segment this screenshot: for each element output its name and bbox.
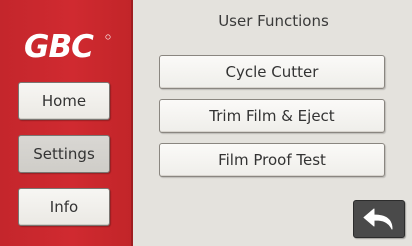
trim-film-eject-button[interactable]: Trim Film & Eject bbox=[159, 99, 385, 133]
svg-text:GBC: GBC bbox=[24, 29, 94, 62]
info-button[interactable]: Info bbox=[18, 188, 110, 226]
trim-film-eject-label: Trim Film & Eject bbox=[209, 107, 335, 125]
sidebar: GBC Home Settings Info bbox=[0, 0, 133, 246]
home-button[interactable]: Home bbox=[18, 82, 110, 120]
gbc-logo: GBC bbox=[24, 29, 111, 62]
main-panel: User Functions Cycle Cutter Trim Film & … bbox=[135, 0, 412, 246]
home-button-label: Home bbox=[41, 92, 87, 110]
info-button-label: Info bbox=[49, 198, 79, 216]
film-proof-test-label: Film Proof Test bbox=[218, 151, 326, 169]
back-button[interactable] bbox=[353, 200, 405, 238]
settings-button-label: Settings bbox=[33, 145, 95, 163]
touch-screen: GBC Home Settings Info User Functions Cy… bbox=[0, 0, 412, 246]
settings-button[interactable]: Settings bbox=[18, 135, 110, 173]
back-arrow-icon bbox=[363, 208, 393, 230]
film-proof-test-button[interactable]: Film Proof Test bbox=[159, 143, 385, 177]
page-title: User Functions bbox=[218, 12, 329, 30]
cycle-cutter-button[interactable]: Cycle Cutter bbox=[159, 55, 385, 89]
cycle-cutter-label: Cycle Cutter bbox=[225, 63, 319, 81]
